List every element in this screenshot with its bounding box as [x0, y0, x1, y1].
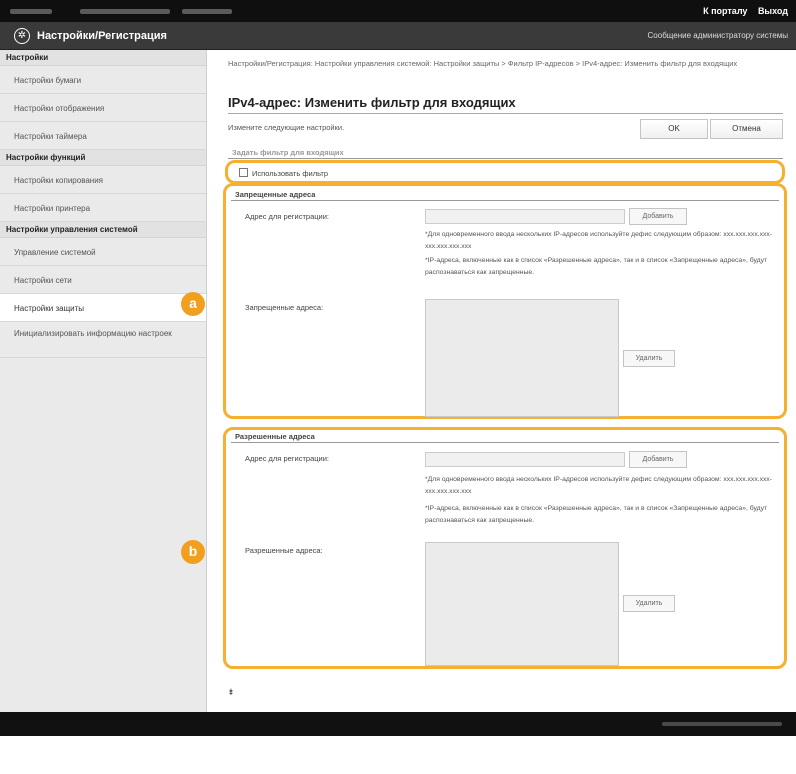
ok-button[interactable]: OK [640, 119, 708, 139]
sidebar-item-paper[interactable]: Настройки бумаги [0, 66, 206, 94]
page-title: IPv4-адрес: Изменить фильтр для входящих [228, 95, 516, 110]
blurred-copyright [662, 722, 782, 726]
denied-address-list[interactable] [425, 299, 619, 417]
top-bar: К порталу Выход [0, 0, 796, 22]
logout-link[interactable]: Выход [758, 6, 788, 16]
sidebar-item-display[interactable]: Настройки отображения [0, 94, 206, 122]
use-filter-label[interactable]: Использовать фильтр [252, 169, 328, 178]
sidebar-item-initialize[interactable]: Инициализировать информацию настроек [0, 322, 206, 358]
main-content: Настройки/Регистрация: Настройки управле… [181, 50, 796, 712]
use-filter-checkbox[interactable] [239, 168, 248, 177]
allowed-address-input[interactable] [425, 452, 625, 467]
sidebar-group-settings[interactable]: Настройки [0, 50, 206, 66]
denied-add-button[interactable]: Добавить [629, 208, 687, 225]
portal-link[interactable]: К порталу [703, 6, 747, 16]
sidebar-item-security[interactable]: Настройки защиты [0, 294, 206, 322]
breadcrumb: Настройки/Регистрация: Настройки управле… [228, 59, 738, 68]
footer-bar [0, 712, 796, 736]
denied-note-priority: *IP-адреса, включенные как в список «Раз… [425, 257, 768, 276]
sidebar-item-system-management[interactable]: Управление системой [0, 238, 206, 266]
allowed-delete-button[interactable]: Удалить [623, 595, 675, 612]
blurred-device-info [182, 9, 232, 14]
callout-marker-a: a [181, 292, 205, 316]
denied-section-title: Запрещенные адреса [231, 187, 779, 201]
allowed-note-priority: *IP-адреса, включенные как в список «Раз… [425, 505, 768, 524]
cancel-button[interactable]: Отмена [710, 119, 783, 139]
title-bar: ✲ Настройки/Регистрация Сообщение админи… [0, 22, 796, 50]
allowed-address-list[interactable] [425, 542, 619, 666]
admin-message-link[interactable]: Сообщение администратору системы [648, 31, 788, 40]
filter-section-title: Задать фильтр для входящих [228, 145, 783, 159]
denied-list-label: Запрещенные адреса: [245, 303, 324, 312]
sidebar-group-functions[interactable]: Настройки функций [0, 150, 206, 166]
denied-register-label: Адрес для регистрации: [245, 212, 330, 221]
blurred-device-name [10, 9, 52, 14]
sidebar-item-printer[interactable]: Настройки принтера [0, 194, 206, 222]
denied-address-input[interactable] [425, 209, 625, 224]
sidebar-item-timer[interactable]: Настройки таймера [0, 122, 206, 150]
denied-note-range: *Для одновременного ввода нескольких IP-… [425, 231, 773, 250]
allowed-section-title: Разрешенные адреса [231, 429, 779, 443]
callout-marker-b: b [181, 540, 205, 564]
instruction-text: Измените следующие настройки. [228, 123, 345, 132]
sidebar-group-system[interactable]: Настройки управления системой [0, 222, 206, 238]
allowed-list-label: Разрешенные адреса: [245, 546, 323, 555]
app-title: Настройки/Регистрация [37, 30, 167, 42]
allowed-note-range: *Для одновременного ввода нескольких IP-… [425, 476, 773, 495]
sidebar-item-network[interactable]: Настройки сети [0, 266, 206, 294]
page-top-icon[interactable]: ⯒ [229, 685, 233, 701]
sidebar: Настройки Настройки бумаги Настройки ото… [0, 50, 207, 712]
sidebar-item-copy[interactable]: Настройки копирования [0, 166, 206, 194]
allowed-register-label: Адрес для регистрации: [245, 454, 330, 463]
blurred-device-model [80, 9, 170, 14]
allowed-add-button[interactable]: Добавить [629, 451, 687, 468]
settings-logo-icon: ✲ [14, 28, 30, 44]
title-divider [228, 113, 783, 114]
denied-delete-button[interactable]: Удалить [623, 350, 675, 367]
